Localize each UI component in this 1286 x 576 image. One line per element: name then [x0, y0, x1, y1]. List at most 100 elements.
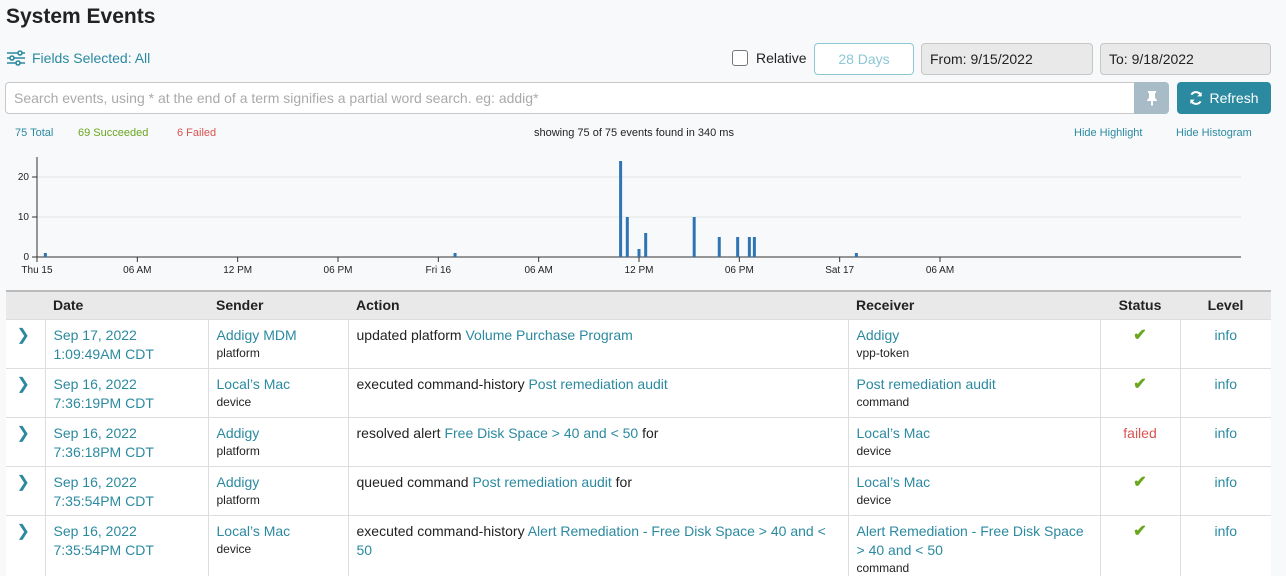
sender-link[interactable]: Local’s Mac — [217, 375, 340, 394]
level-link[interactable]: info — [1214, 523, 1237, 539]
expand-row-icon[interactable]: ❯ — [6, 318, 45, 368]
search-input[interactable]: Search events, using * at the end of a t… — [5, 82, 1134, 114]
success-check-icon: ✔ — [1133, 522, 1147, 540]
sender-link[interactable]: Addigy MDM — [217, 326, 340, 345]
x-tick-label: 12 PM — [625, 265, 654, 276]
level-link[interactable]: info — [1214, 474, 1237, 490]
histogram-bar — [717, 237, 721, 257]
days-button[interactable]: 28 Days — [814, 43, 914, 75]
table-row: ❯ Sep 16, 2022 7:35:54PM CDT Addigy platfo… — [6, 465, 1271, 515]
time-text[interactable]: 7:36:18PM CDT — [54, 443, 200, 462]
date-cell: Sep 16, 2022 7:35:54PM CDT — [44, 465, 208, 515]
sender-cell: Local’s Mac device — [207, 367, 348, 417]
date-cell: Sep 16, 2022 7:36:19PM CDT — [44, 367, 208, 417]
receiver-type: device — [856, 492, 892, 507]
sender-cell: Local’s Mac device — [207, 514, 348, 576]
date-text[interactable]: Sep 17, 2022 — [54, 326, 200, 345]
failed-count[interactable]: 6 Failed — [177, 127, 216, 139]
x-tick-label: 06 PM — [324, 265, 353, 276]
pin-button[interactable] — [1134, 82, 1169, 114]
relative-label: Relative — [756, 50, 807, 66]
histogram-bar — [747, 237, 751, 257]
table-row: ❯ Sep 17, 2022 1:09:49AM CDT Addigy MDM pl… — [6, 318, 1271, 368]
level-cell: info — [1179, 514, 1271, 576]
sender-link[interactable]: Addigy — [217, 473, 340, 492]
expand-row-icon[interactable]: ❯ — [6, 416, 45, 466]
level-link[interactable]: info — [1214, 376, 1237, 392]
x-tick-label: Thu 15 — [21, 265, 53, 276]
total-count[interactable]: 75 Total — [15, 127, 53, 139]
status-cell: ✔ — [1099, 514, 1180, 576]
expand-row-icon[interactable]: ❯ — [6, 514, 45, 576]
sender-cell: Addigy platform — [207, 416, 348, 466]
fields-selected-button[interactable]: Fields Selected: All — [6, 50, 150, 66]
from-date-field[interactable]: From: 9/15/2022 — [921, 43, 1093, 75]
time-text[interactable]: 1:09:49AM CDT — [54, 345, 200, 364]
table-row: ❯ Sep 16, 2022 7:36:19PM CDT Local’s Mac d… — [6, 367, 1271, 417]
action-link[interactable]: Volume Purchase Program — [465, 327, 632, 343]
column-header-sender[interactable]: Sender — [208, 291, 348, 319]
receiver-link[interactable]: Post remediation audit — [857, 375, 1092, 394]
expand-row-icon[interactable]: ❯ — [6, 367, 45, 417]
action-link[interactable]: Post remediation audit — [528, 376, 667, 392]
sender-type: platform — [216, 492, 260, 507]
receiver-link[interactable]: Addigy — [857, 326, 1092, 345]
table-header-row: Date Sender Action Receiver Status Level — [6, 291, 1271, 319]
pin-icon — [1146, 91, 1157, 106]
receiver-link[interactable]: Local’s Mac — [857, 424, 1092, 443]
events-table: Date Sender Action Receiver Status Level… — [6, 290, 1271, 576]
histogram-bar — [736, 237, 740, 257]
histogram-bar — [644, 233, 648, 257]
sender-link[interactable]: Local’s Mac — [217, 522, 340, 541]
date-text[interactable]: Sep 16, 2022 — [54, 473, 200, 492]
level-link[interactable]: info — [1214, 327, 1237, 343]
status-failed-text: failed — [1123, 424, 1157, 441]
receiver-link[interactable]: Local’s Mac — [857, 473, 1092, 492]
action-link[interactable]: Free Disk Space > 40 and < 50 — [444, 425, 638, 441]
column-header-receiver[interactable]: Receiver — [848, 291, 1100, 319]
x-tick-label: 06 AM — [926, 265, 954, 276]
event-histogram: 0 10 20 Thu 15 06 AM 12 PM 06 PM Fri 16 06 AM 12 … — [18, 157, 1241, 276]
succeeded-count[interactable]: 69 Succeeded — [78, 127, 148, 139]
expand-column-header — [6, 291, 45, 319]
receiver-cell: Alert Remediation - Free Disk Space > 40… — [847, 514, 1100, 576]
date-text[interactable]: Sep 16, 2022 — [54, 375, 200, 394]
column-header-action[interactable]: Action — [348, 291, 848, 319]
level-link[interactable]: info — [1214, 425, 1237, 441]
histogram-bar — [43, 253, 47, 257]
histogram-bar — [625, 217, 629, 257]
relative-checkbox[interactable] — [732, 50, 748, 66]
sender-cell: Addigy platform — [207, 465, 348, 515]
relative-toggle[interactable]: Relative — [732, 50, 807, 66]
to-date-field[interactable]: To: 9/18/2022 — [1100, 43, 1271, 75]
receiver-cell: Local’s Mac device — [847, 465, 1100, 515]
x-tick-label: 12 PM — [223, 265, 252, 276]
action-cell: resolved alert Free Disk Space > 40 and … — [347, 416, 848, 466]
time-text[interactable]: 7:35:54PM CDT — [54, 492, 200, 511]
time-text[interactable]: 7:35:54PM CDT — [54, 541, 200, 560]
action-cell: executed command-history Alert Remediati… — [347, 514, 848, 576]
level-cell: info — [1179, 318, 1271, 368]
table-row: ❯ Sep 16, 2022 7:36:18PM CDT Addigy platfo… — [6, 416, 1271, 466]
action-text: queued command — [356, 473, 473, 490]
x-tick-label: Fri 16 — [426, 265, 452, 276]
sender-link[interactable]: Addigy — [217, 424, 340, 443]
hide-histogram-link[interactable]: Hide Histogram — [1176, 127, 1252, 139]
page-title: System Events — [6, 5, 156, 28]
hide-highlight-link[interactable]: Hide Highlight — [1074, 127, 1142, 139]
column-header-date[interactable]: Date — [45, 291, 208, 319]
action-link[interactable]: Post remediation audit — [472, 474, 611, 490]
y-tick-label: 20 — [18, 172, 30, 183]
column-header-level[interactable]: Level — [1180, 291, 1271, 319]
histogram-bar — [692, 217, 696, 257]
status-cell: failed — [1099, 416, 1180, 466]
expand-row-icon[interactable]: ❯ — [6, 465, 45, 515]
date-text[interactable]: Sep 16, 2022 — [54, 424, 200, 443]
refresh-button[interactable]: Refresh — [1177, 82, 1271, 114]
column-header-status[interactable]: Status — [1100, 291, 1180, 319]
date-text[interactable]: Sep 16, 2022 — [54, 522, 200, 541]
results-summary: showing 75 of 75 events found in 340 ms — [534, 127, 734, 139]
date-cell: Sep 16, 2022 7:35:54PM CDT — [44, 514, 208, 576]
time-text[interactable]: 7:36:19PM CDT — [54, 394, 200, 413]
receiver-link[interactable]: Alert Remediation - Free Disk Space > 40… — [857, 522, 1092, 560]
